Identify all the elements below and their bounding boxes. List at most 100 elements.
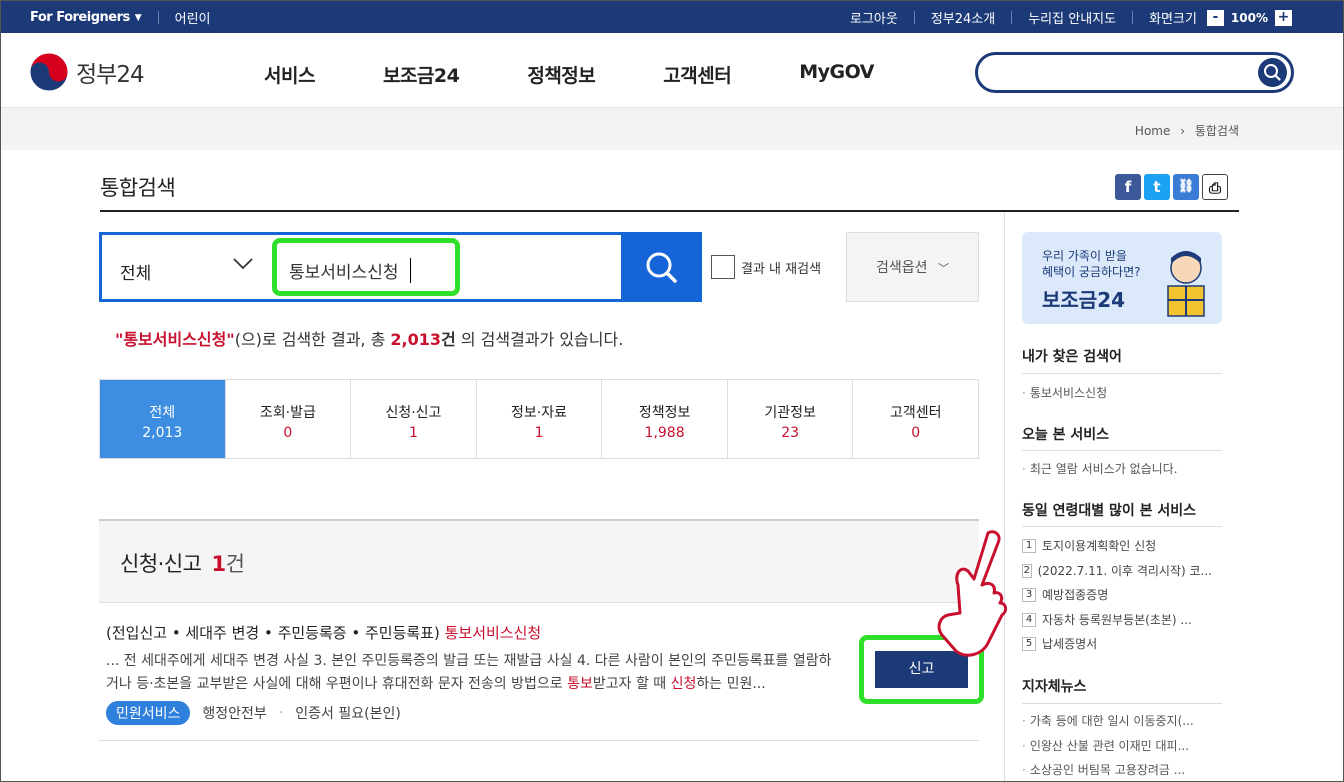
facebook-icon[interactable]: f [1115, 174, 1141, 200]
main-menu: 서비스 보조금24 정책정보 고객센터 MyGOV [264, 61, 942, 88]
search-options-button[interactable]: 검색옵션 ﹀ [846, 232, 979, 302]
news-item[interactable]: · 소상공인 버팀목 고용장려금 ... [1022, 761, 1222, 778]
zoom-in-button[interactable]: + [1275, 9, 1292, 26]
age-rank-label: 납세증명서 [1042, 637, 1098, 651]
tab-apply-report[interactable]: 신청·신고 1 [351, 380, 477, 458]
my-search-item[interactable]: · 통보서비스신청 [1022, 384, 1222, 401]
chevron-right-icon: › [1180, 124, 1185, 138]
header-search-input[interactable] [975, 52, 1294, 93]
kids-link[interactable]: 어린이 [175, 8, 211, 27]
tab-all[interactable]: 전체 2,013 [100, 380, 226, 458]
divider [1132, 11, 1134, 24]
age-rank-item[interactable]: 3 예방접종증명 [1022, 586, 1212, 603]
result-title-prefix: (전입신고 • 세대주 변경 • 주민등록증 • 주민등록표) [106, 624, 445, 642]
search-box: 전체 통보서비스신청 [99, 232, 702, 302]
menu-subsidy24[interactable]: 보조금24 [383, 61, 460, 88]
zoom-control: - 100% + [1206, 9, 1292, 26]
tab-policy-info[interactable]: 정책정보 1,988 [602, 380, 728, 458]
divider [913, 11, 915, 24]
agency-name: 행정안전부 [202, 706, 267, 722]
section-title: 신청·신고 1건 [120, 548, 245, 578]
banner-subtitle: 우리 가족이 받을 혜택이 궁금하다면? [1042, 248, 1141, 280]
section-unit: 건 [225, 552, 245, 576]
menu-customer-center[interactable]: 고객센터 [663, 61, 731, 88]
print-icon[interactable]: ⎙ [1202, 174, 1228, 200]
age-group-title: 동일 연령대별 많이 본 서비스 [1022, 503, 1197, 519]
divider [157, 11, 159, 24]
result-title-link[interactable]: (전입신고 • 세대주 변경 • 주민등록증 • 주민등록표) 통보서비스신청 [106, 622, 541, 643]
breadcrumb-home[interactable]: Home [1135, 124, 1170, 138]
menu-policy[interactable]: 정책정보 [527, 61, 595, 88]
menu-mygov[interactable]: MyGOV [799, 61, 874, 88]
research-label: 결과 내 재검색 [741, 261, 822, 277]
divider [1022, 373, 1222, 374]
local-news-title: 지자체뉴스 [1022, 679, 1087, 695]
search-icon [646, 252, 677, 283]
today-viewed-title: 오늘 본 서비스 [1022, 427, 1110, 443]
search-keyword-input[interactable]: 통보서비스신청 [272, 238, 460, 296]
search-scope-select[interactable]: 전체 [120, 259, 151, 284]
tab-inquiry-issue[interactable]: 조회·발급 0 [226, 380, 352, 458]
logout-link[interactable]: 로그아웃 [850, 8, 898, 27]
news-item[interactable]: · 인왕산 산불 관련 이재민 대피... [1022, 737, 1222, 754]
subsidy24-banner[interactable]: 우리 가족이 받을 혜택이 궁금하다면? 보조금24 [1022, 232, 1222, 324]
tab-label: 신청·신고 [385, 405, 442, 421]
news-item[interactable]: · 가축 등에 대한 일시 이동중지(... [1022, 712, 1222, 729]
pointing-hand-icon [937, 530, 1008, 657]
tab-count: 1 [408, 425, 418, 441]
character-with-gift-icon [1167, 251, 1205, 317]
result-summary: "통보서비스신청"(으)로 검색한 결과, 총 2,013건 의 검색결과가 있… [115, 326, 623, 350]
menu-service[interactable]: 서비스 [264, 61, 315, 88]
research-checkbox[interactable] [711, 255, 735, 279]
my-search-label: 통보서비스신청 [1029, 386, 1108, 400]
main-header: 정부24 서비스 보조금24 정책정보 고객센터 MyGOV [0, 33, 1344, 108]
tab-count: 2,013 [142, 425, 183, 441]
result-keyword: "통보서비스신청" [115, 330, 235, 349]
screen-size-label: 화면크기 [1149, 12, 1197, 27]
age-rank-item[interactable]: 1 토지이용계획확인 신청 [1022, 537, 1212, 554]
banner-title: 보조금24 [1042, 288, 1126, 312]
result-unit: 건 [441, 330, 456, 349]
tab-agency-info[interactable]: 기관정보 23 [728, 380, 854, 458]
share-buttons: f t ⛓ ⎙ [1115, 174, 1231, 200]
age-rank-item[interactable]: 4 자동차 등록원부등본(초본) ... [1022, 611, 1212, 628]
site-logo[interactable]: 정부24 [29, 52, 145, 92]
for-foreigners-link[interactable]: For Foreigners [30, 10, 130, 25]
research-within-results[interactable]: 결과 내 재검색 [711, 255, 821, 279]
age-rank-label: 예방접종증명 [1042, 588, 1109, 602]
twitter-icon[interactable]: t [1144, 174, 1170, 200]
result-desc-highlight-1: 통보 [567, 676, 593, 692]
about-link[interactable]: 정부24소개 [931, 8, 995, 27]
breadcrumb-current[interactable]: 통합검색 [1195, 124, 1239, 138]
tab-count: 1,988 [644, 425, 685, 441]
tab-info-data[interactable]: 정보·자료 1 [477, 380, 603, 458]
link-copy-icon[interactable]: ⛓ [1173, 174, 1199, 200]
result-meta: 민원서비스 행정안전부 · 인증서 필요(본인) [106, 701, 401, 725]
site-guide-link[interactable]: 누리집 안내지도 [1028, 8, 1116, 27]
divider [1022, 526, 1222, 527]
chevron-down-icon[interactable] [232, 257, 254, 275]
header-search-button[interactable] [1258, 58, 1287, 87]
age-rank-item[interactable]: 5 납세증명서 [1022, 635, 1212, 652]
search-submit-button[interactable] [621, 232, 702, 302]
zoom-out-button[interactable]: - [1206, 9, 1224, 26]
tab-customer-center[interactable]: 고객센터 0 [853, 380, 978, 458]
tab-label: 기관정보 [764, 405, 816, 421]
separator-dot: · [278, 705, 284, 721]
taegeuk-logo-icon [29, 52, 69, 92]
location-bar: Home › 통합검색 [0, 108, 1344, 150]
result-title-highlight: 통보서비스신청 [444, 624, 542, 642]
result-total-count: 2,013 [390, 330, 442, 349]
age-rank-item[interactable]: 2 (2022.7.11. 이후 격리시작) 코... [1022, 562, 1212, 579]
logo-text: 정부24 [76, 62, 145, 88]
utility-bar: For Foreigners ▼ 어린이 로그아웃 정부24소개 누리집 안내지… [0, 0, 1344, 33]
dropdown-caret-icon[interactable]: ▼ [135, 13, 142, 23]
age-rank-label: 자동차 등록원부등본(초본) ... [1042, 613, 1192, 627]
tab-count: 0 [283, 425, 293, 441]
result-desc-3: 하는 민원... [696, 676, 766, 692]
banner-line-1: 우리 가족이 받을 [1042, 249, 1127, 263]
zoom-value: 100% [1230, 10, 1268, 25]
category-tabs: 전체 2,013 조회·발급 0 신청·신고 1 정보·자료 1 정책정보 1,988 기… [99, 379, 979, 459]
section-count: 1 [211, 552, 226, 576]
age-rank-label: 토지이용계획확인 신청 [1042, 539, 1157, 553]
